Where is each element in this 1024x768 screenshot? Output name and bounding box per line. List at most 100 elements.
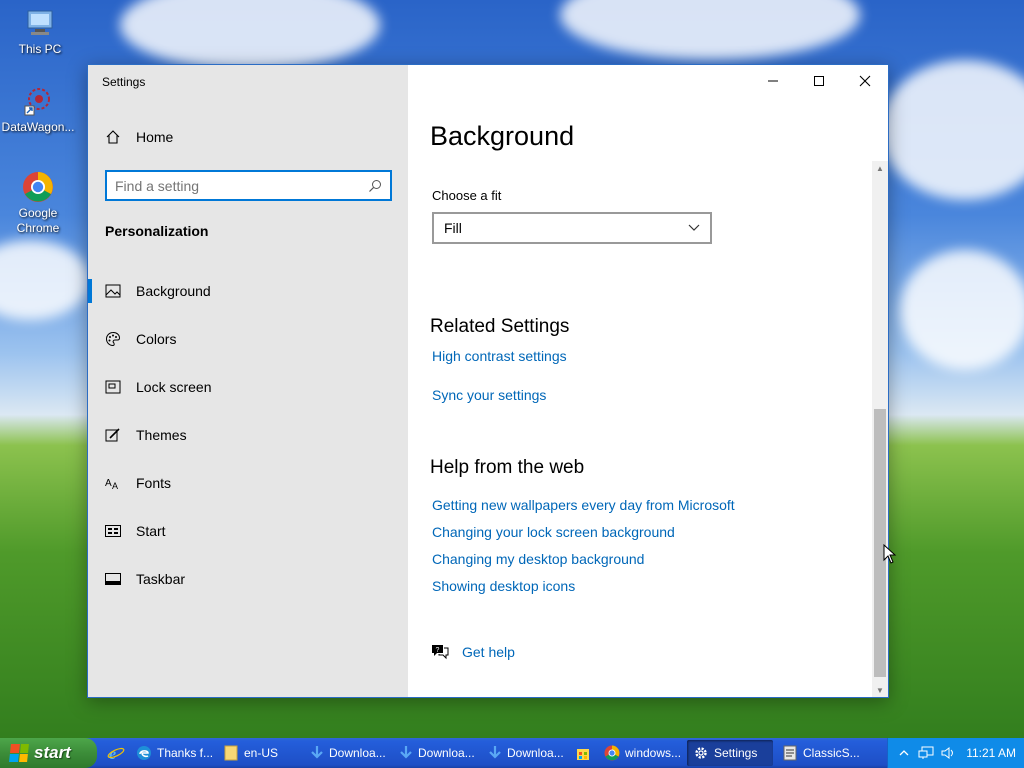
taskbar-button-label: windows... — [625, 746, 682, 760]
taskbar-button-label: ClassicS... — [803, 746, 860, 760]
section-title: Personalization — [105, 223, 209, 239]
nav-item-label: Taskbar — [136, 571, 186, 587]
choose-fit-value: Fill — [444, 220, 462, 236]
search-input[interactable] — [115, 177, 368, 194]
download-icon — [488, 745, 502, 761]
cloud — [900, 250, 1024, 370]
store-icon — [575, 745, 591, 761]
folder-icon — [223, 745, 239, 761]
taskbar-button-classicshell[interactable]: ClassicS... — [776, 740, 862, 766]
scroll-down-icon[interactable]: ▼ — [872, 683, 888, 697]
related-settings-heading: Related Settings — [430, 316, 570, 337]
taskbar-button-label: Downloa... — [507, 746, 564, 760]
taskbar-button-download[interactable]: Downloa... — [482, 740, 568, 766]
nav-item-label: Start — [136, 523, 166, 539]
get-help-link[interactable]: Get help — [462, 644, 515, 660]
choose-fit-dropdown[interactable]: Fill — [432, 212, 712, 244]
maximize-button[interactable] — [796, 65, 842, 97]
taskbar-button-label: Settings — [714, 746, 758, 760]
home-icon — [105, 129, 121, 145]
nav-item-fonts[interactable]: AA Fonts — [88, 459, 408, 507]
chrome-icon — [21, 170, 55, 204]
get-help-item[interactable]: ? Get help — [430, 643, 515, 661]
ie-quicklaunch-button[interactable]: e — [105, 741, 127, 765]
desktop-icon-chrome[interactable]: Google Chrome — [0, 170, 78, 236]
start-icon — [105, 523, 121, 539]
find-setting-search-box[interactable] — [105, 170, 392, 201]
show-hidden-icons-chevron-icon[interactable] — [896, 745, 912, 761]
nav-item-start[interactable]: Start — [88, 507, 408, 555]
taskbar-button-settings[interactable]: Settings — [687, 740, 773, 766]
download-icon — [310, 745, 324, 761]
taskbar-button-label: Thanks f... — [157, 746, 214, 760]
windows-logo-icon — [9, 744, 29, 762]
cloud — [560, 0, 860, 60]
desktop-icon-this-pc[interactable]: This PC — [0, 6, 80, 57]
taskbar-button-label: Downloa... — [329, 746, 386, 760]
desktop-icon-label: Google Chrome — [16, 206, 60, 235]
start-button[interactable]: start — [0, 738, 97, 768]
minimize-icon — [768, 80, 778, 82]
cloud — [0, 240, 90, 320]
taskbar-button-edge[interactable]: Thanks f... — [130, 740, 214, 766]
volume-icon[interactable] — [940, 745, 956, 761]
help-link[interactable]: Getting new wallpapers every day from Mi… — [432, 497, 735, 513]
start-label: start — [34, 743, 71, 762]
taskbar-icon — [105, 571, 121, 587]
nav-item-label: Fonts — [136, 475, 172, 491]
svg-text:A: A — [112, 481, 118, 491]
system-tray: 11:21 AM — [887, 738, 1024, 768]
taskbar-button-store[interactable] — [571, 740, 595, 766]
chevron-down-icon — [688, 224, 700, 231]
vertical-scrollbar[interactable]: ▲ ▼ — [872, 161, 888, 697]
internet-explorer-icon: e — [107, 746, 125, 762]
nav-item-taskbar[interactable]: Taskbar — [88, 555, 408, 603]
taskbar-button-label: en-US — [244, 746, 279, 760]
clock[interactable]: 11:21 AM — [966, 746, 1016, 760]
desktop-icon-datawagon[interactable]: DataWagon... — [0, 84, 78, 135]
nav-item-background[interactable]: Background — [88, 267, 408, 315]
minimize-button[interactable] — [750, 65, 796, 97]
cloud — [880, 60, 1024, 200]
nav-item-label: Lock screen — [136, 379, 212, 395]
maximize-icon — [814, 76, 824, 86]
nav-item-themes[interactable]: Themes — [88, 411, 408, 459]
gear-icon — [693, 745, 709, 761]
brush-icon — [105, 427, 121, 443]
network-icon[interactable] — [918, 745, 934, 761]
home-label: Home — [136, 129, 174, 145]
scroll-up-icon[interactable]: ▲ — [872, 161, 888, 175]
nav-item-label: Background — [136, 283, 211, 299]
sync-settings-link[interactable]: Sync your settings — [432, 387, 546, 403]
taskbar-button-chrome[interactable]: windows... — [598, 740, 684, 766]
nav-item-colors[interactable]: Colors — [88, 315, 408, 363]
desktop-icon-label: This PC — [18, 42, 62, 56]
svg-text:?: ? — [436, 647, 440, 654]
help-link[interactable]: Showing desktop icons — [432, 578, 575, 594]
taskbar-button-download[interactable]: Downloa... — [393, 740, 479, 766]
desktop-icon-label: DataWagon... — [1, 120, 75, 134]
chrome-icon — [604, 745, 620, 761]
home-nav-item[interactable]: Home — [105, 129, 173, 145]
settings-content: Background Choose a fit Fill Related Set… — [408, 65, 888, 697]
window-caption-buttons — [750, 65, 888, 97]
taskbar-button-folder[interactable]: en-US — [217, 740, 301, 766]
help-link[interactable]: Changing your lock screen background — [432, 524, 675, 540]
edge-icon — [136, 745, 152, 761]
taskbar-button-label: Downloa... — [418, 746, 475, 760]
nav-item-label: Themes — [136, 427, 187, 443]
settings-sidebar: Settings Home Personalization Background — [88, 65, 408, 697]
taskbar-button-download[interactable]: Downloa... — [304, 740, 390, 766]
nav-item-lock-screen[interactable]: Lock screen — [88, 363, 408, 411]
mouse-cursor-icon — [883, 544, 897, 564]
svg-text:A: A — [105, 478, 112, 489]
close-icon — [859, 75, 871, 87]
classicshell-icon — [782, 745, 798, 761]
close-button[interactable] — [842, 65, 888, 97]
help-link[interactable]: Changing my desktop background — [432, 551, 644, 567]
search-icon[interactable] — [368, 179, 382, 193]
cloud — [120, 0, 380, 70]
high-contrast-link[interactable]: High contrast settings — [432, 348, 567, 364]
lock-screen-icon — [105, 379, 121, 395]
scrollbar-thumb[interactable] — [874, 409, 886, 677]
